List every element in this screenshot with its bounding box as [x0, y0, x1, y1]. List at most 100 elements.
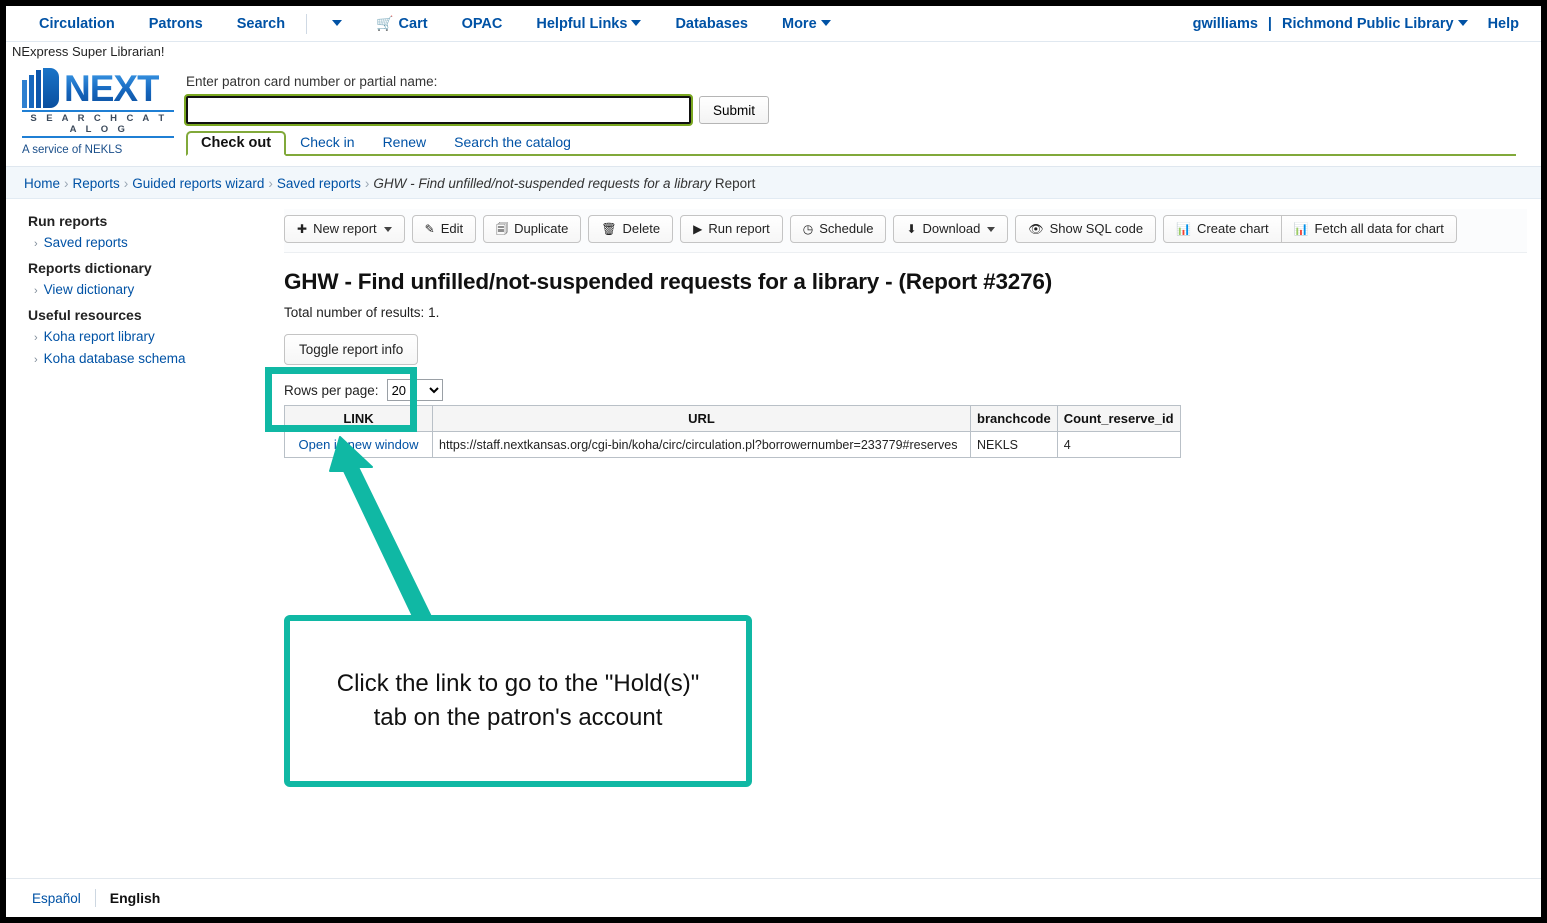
nav-library-selector[interactable]: Richmond Public Library: [1272, 6, 1478, 42]
language-english[interactable]: English: [110, 890, 161, 906]
nav-more-label: More: [781, 15, 817, 32]
sidebar-heading-run-reports: Run reports: [28, 213, 108, 229]
page-title: GHW - Find unfilled/not-suspended reques…: [284, 269, 1052, 294]
th-url[interactable]: URL: [432, 405, 971, 432]
language-separator: [94, 889, 96, 907]
nav-circulation[interactable]: Circulation: [22, 6, 132, 42]
chevron-down-icon: [332, 19, 343, 26]
trash-icon: 🗑: [601, 222, 617, 236]
page-root: Circulation Patrons Search 🛒 Cart OPAC He…: [6, 6, 1541, 917]
breadcrumb-home[interactable]: Home: [24, 176, 60, 191]
breadcrumb-current-report-name: GHW - Find unfilled/not-suspended reques…: [373, 176, 712, 191]
nav-search[interactable]: Search: [220, 6, 302, 42]
nav-more-dropdown-toggle[interactable]: [311, 6, 359, 42]
cell-link[interactable]: Open in new window: [284, 431, 433, 458]
pencil-icon: ✎: [424, 222, 435, 236]
run-report-button[interactable]: ▶ Run report: [680, 215, 783, 243]
rows-per-page-label: Rows per page:: [284, 382, 379, 398]
logo-wordmark: NEXT: [64, 68, 160, 109]
breadcrumb-separator: ›: [268, 176, 273, 191]
create-chart-button[interactable]: 📊 Create chart: [1163, 215, 1282, 243]
annotation-arrow: [329, 436, 437, 628]
total-results: Total number of results: 1.: [284, 305, 1527, 320]
nav-databases[interactable]: Databases: [658, 6, 765, 42]
sub-brand-text: NExpress Super Librarian!: [6, 42, 1541, 62]
delete-label: Delete: [622, 221, 661, 236]
search-input[interactable]: [184, 94, 693, 126]
nav-cart-label: Cart: [398, 16, 428, 32]
play-icon: ▶: [693, 222, 703, 236]
new-report-button[interactable]: ✚ New report: [284, 215, 405, 243]
nav-cart[interactable]: 🛒 Cart: [359, 6, 444, 42]
nav-more[interactable]: More: [765, 6, 848, 42]
nav-opac[interactable]: OPAC: [445, 6, 520, 42]
tab-check-in[interactable]: Check in: [286, 134, 368, 154]
search-row: Submit: [184, 94, 1516, 126]
download-button[interactable]: ⬇ Download: [893, 215, 1009, 243]
total-results-value: 1.: [428, 305, 440, 320]
sidebar-item-saved-reports-label[interactable]: Saved reports: [44, 235, 128, 250]
new-report-label: New report: [313, 221, 377, 236]
duplicate-button[interactable]: 🗐 Duplicate: [483, 215, 582, 243]
submit-button[interactable]: Submit: [699, 96, 770, 124]
chevron-right-icon: ›: [34, 332, 38, 344]
sidebar-item-saved-reports[interactable]: › Saved reports: [34, 235, 276, 250]
th-branchcode[interactable]: branchcode: [970, 405, 1058, 432]
main-content: ✚ New report ✎ Edit 🗐 Duplicate 🗑 Delete ▶ Ru…: [276, 199, 1541, 458]
total-results-label: Total number of results:: [284, 305, 425, 320]
breadcrumb-reports[interactable]: Reports: [73, 176, 120, 191]
chevron-down-icon: [987, 226, 996, 232]
header-region: NEXT S E A R C H C A T A L O G A service…: [6, 62, 1541, 167]
annotation-callout-text: Click the link to go to the "Hold(s)" ta…: [319, 667, 718, 735]
chevron-right-icon: ›: [34, 238, 38, 250]
tab-check-out[interactable]: Check out: [186, 131, 287, 156]
fetch-all-data-for-chart-button[interactable]: 📊 Fetch all data for chart: [1281, 215, 1457, 243]
sidebar-item-view-dictionary-label[interactable]: View dictionary: [44, 282, 135, 297]
breadcrumb-separator: ›: [123, 176, 129, 191]
nav-helpful-links[interactable]: Helpful Links: [519, 6, 658, 42]
schedule-label: Schedule: [819, 221, 874, 236]
sidebar-heading-useful-resources: Useful resources: [28, 307, 142, 323]
cell-url: https://staff.nextkansas.org/cgi-bin/koh…: [432, 431, 971, 458]
sidebar-item-koha-report-library[interactable]: › Koha report library: [34, 329, 276, 344]
show-sql-code-button[interactable]: 👁 Show SQL code: [1015, 215, 1157, 243]
nav-patrons[interactable]: Patrons: [132, 6, 220, 42]
breadcrumb-saved-reports[interactable]: Saved reports: [277, 176, 361, 191]
sidebar-item-view-dictionary[interactable]: › View dictionary: [34, 282, 276, 297]
table-header-row: LINK URL branchcode Count_reserve_id: [284, 405, 1181, 432]
th-count-reserve-id[interactable]: Count_reserve_id: [1056, 405, 1181, 432]
sidebar-item-koha-database-schema[interactable]: › Koha database schema: [34, 351, 276, 366]
cell-count-reserve-id: 4: [1056, 431, 1181, 458]
site-logo[interactable]: NEXT S E A R C H C A T A L O G A service…: [22, 66, 177, 156]
cell-branchcode: NEKLS: [970, 431, 1058, 458]
breadcrumb-separator: ›: [364, 176, 370, 191]
nav-username[interactable]: gwilliams: [1183, 6, 1268, 42]
copy-icon: 🗐: [496, 222, 509, 236]
chevron-down-icon: [383, 226, 392, 232]
breadcrumb-guided-reports-wizard[interactable]: Guided reports wizard: [132, 176, 264, 191]
search-label: Enter patron card number or partial name…: [186, 74, 438, 89]
chevron-down-icon: [631, 19, 642, 26]
sidebar-heading-reports-dictionary: Reports dictionary: [28, 260, 152, 276]
toggle-report-info-button[interactable]: Toggle report info: [284, 334, 419, 365]
nav-library-label: Richmond Public Library: [1281, 16, 1454, 32]
open-in-new-window-link[interactable]: Open in new window: [299, 437, 419, 452]
tab-search-catalog[interactable]: Search the catalog: [440, 134, 585, 154]
sidebar-item-koha-report-library-label[interactable]: Koha report library: [44, 329, 155, 344]
schedule-button[interactable]: ◷ Schedule: [789, 215, 887, 243]
sidebar-item-koha-database-schema-label[interactable]: Koha database schema: [44, 351, 186, 366]
edit-label: Edit: [440, 221, 464, 236]
download-icon: ⬇: [906, 222, 917, 236]
breadcrumb-current-tail: Report: [714, 176, 756, 191]
language-spanish[interactable]: Español: [32, 891, 95, 906]
edit-button[interactable]: ✎ Edit: [411, 215, 477, 243]
delete-button[interactable]: 🗑 Delete: [588, 215, 674, 243]
results-table-body: Open in new window https://staff.nextkan…: [284, 431, 1181, 458]
rows-per-page-select[interactable]: 20: [386, 379, 443, 401]
tab-renew[interactable]: Renew: [369, 134, 441, 154]
top-nav-left-group: Circulation Patrons Search 🛒 Cart OPAC He…: [6, 6, 848, 42]
th-link[interactable]: LINK: [284, 405, 433, 432]
nav-help[interactable]: Help: [1478, 6, 1529, 42]
chevron-down-icon: [1457, 20, 1468, 27]
top-nav-right-group: gwilliams | Richmond Public Library Help: [1183, 6, 1529, 42]
